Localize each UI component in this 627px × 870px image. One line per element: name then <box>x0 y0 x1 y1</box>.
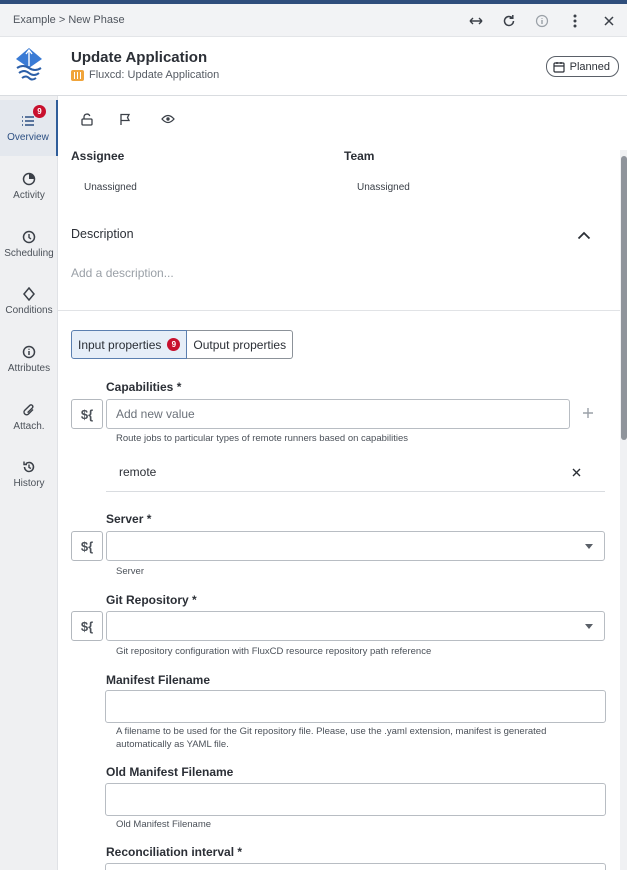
capability-value: remote <box>119 465 157 479</box>
status-badge[interactable]: Planned <box>545 56 619 77</box>
main-panel: Assignee Unassigned Team Unassigned Desc… <box>58 96 620 870</box>
server-hint: Server <box>116 566 144 577</box>
clock-icon <box>21 229 37 245</box>
server-variable-button[interactable]: ${ <box>71 531 103 561</box>
git-repository-hint: Git repository configuration with FluxCD… <box>116 646 432 657</box>
capabilities-variable-button[interactable]: ${ <box>71 399 103 429</box>
tab-label: Input properties <box>78 337 162 352</box>
sidebar-item-label: Conditions <box>5 305 53 316</box>
phase-subtitle: Fluxcd: Update Application <box>71 69 219 81</box>
sidebar: 9 Overview Activity Scheduling Condition… <box>0 96 58 870</box>
chevron-up-icon[interactable] <box>577 227 593 240</box>
close-icon[interactable] <box>598 10 620 32</box>
subtitle-text: Fluxcd: Update Application <box>89 69 220 81</box>
refresh-icon[interactable] <box>498 10 520 32</box>
remove-value-icon[interactable] <box>572 466 581 480</box>
eye-icon[interactable] <box>159 110 177 128</box>
chevron-down-icon <box>585 624 593 629</box>
paperclip-icon <box>21 402 37 418</box>
expand-width-icon[interactable] <box>465 10 487 32</box>
sidebar-item-label: Overview <box>7 132 49 143</box>
old-manifest-filename-label: Old Manifest Filename <box>106 765 234 779</box>
capability-item: remote <box>106 456 605 492</box>
sidebar-item-label: History <box>13 478 45 489</box>
sidebar-item-conditions[interactable]: Conditions <box>0 273 58 329</box>
page-title: Update Application <box>71 49 208 66</box>
reconciliation-interval-input[interactable] <box>105 863 606 870</box>
info-icon[interactable] <box>531 10 553 32</box>
manifest-filename-hint: A filename to be used for the Git reposi… <box>116 726 547 750</box>
tab-output-properties[interactable]: Output properties <box>187 330 294 359</box>
capabilities-input[interactable]: Add new value <box>106 399 570 429</box>
add-value-icon[interactable] <box>582 406 596 420</box>
info-icon <box>21 344 37 360</box>
git-repository-label: Git Repository * <box>106 593 197 607</box>
server-select[interactable] <box>106 531 605 561</box>
description-label: Description <box>71 227 134 241</box>
git-repository-select[interactable] <box>106 611 605 641</box>
assignee-label: Assignee <box>71 149 125 163</box>
more-options-icon[interactable] <box>564 10 586 32</box>
sidebar-item-attachments[interactable]: Attach. <box>0 389 58 445</box>
diamond-icon <box>21 286 37 302</box>
section-divider <box>58 310 620 311</box>
sidebar-item-label: Attach. <box>13 421 45 432</box>
sidebar-item-label: Attributes <box>7 363 51 374</box>
phase-icon <box>71 69 84 81</box>
input-count-badge: 9 <box>167 338 181 351</box>
sidebar-item-attributes[interactable]: Attributes <box>0 331 58 387</box>
tab-label: Output properties <box>193 337 287 352</box>
title-bar: Example > New Phase <box>0 4 627 37</box>
sidebar-item-label: Scheduling <box>4 248 54 259</box>
team-value[interactable]: Unassigned <box>357 182 410 193</box>
description-placeholder[interactable]: Add a description... <box>71 266 174 280</box>
history-icon <box>21 459 37 475</box>
server-label: Server * <box>106 512 152 526</box>
git-repository-variable-button[interactable]: ${ <box>71 611 103 641</box>
overview-badge: 9 <box>33 105 46 118</box>
breadcrumb[interactable]: Example > New Phase <box>13 14 125 26</box>
old-manifest-filename-hint: Old Manifest Filename <box>116 819 212 830</box>
tab-input-properties[interactable]: Input properties 9 <box>71 330 188 359</box>
status-label: Planned <box>569 60 610 73</box>
sidebar-item-history[interactable]: History <box>0 446 58 502</box>
sidebar-item-activity[interactable]: Activity <box>0 158 58 214</box>
reconciliation-interval-label: Reconciliation interval * <box>106 845 243 859</box>
unlock-icon[interactable] <box>78 110 96 128</box>
chevron-down-icon <box>585 544 593 549</box>
assignee-value[interactable]: Unassigned <box>84 182 137 193</box>
sidebar-item-scheduling[interactable]: Scheduling <box>0 216 58 272</box>
scrollbar-thumb[interactable] <box>621 156 627 440</box>
capabilities-label: Capabilities * <box>106 380 182 394</box>
pie-icon <box>21 171 37 187</box>
capabilities-hint: Route jobs to particular types of remote… <box>116 433 409 444</box>
list-icon: 9 <box>20 105 46 129</box>
sidebar-item-label: Activity <box>13 190 45 201</box>
team-label: Team <box>344 149 375 163</box>
properties-tabs: Input properties 9 Output properties <box>71 330 294 359</box>
calendar-icon <box>553 61 565 73</box>
manifest-filename-input[interactable] <box>105 690 606 723</box>
phase-header: Update Application Fluxcd: Update Applic… <box>0 37 627 96</box>
manifest-filename-label: Manifest Filename <box>106 673 211 687</box>
flag-icon[interactable] <box>116 110 134 128</box>
sidebar-item-overview[interactable]: 9 Overview <box>0 100 58 156</box>
old-manifest-filename-input[interactable] <box>105 783 606 816</box>
capabilities-placeholder: Add new value <box>116 407 195 421</box>
app-logo <box>12 46 46 84</box>
